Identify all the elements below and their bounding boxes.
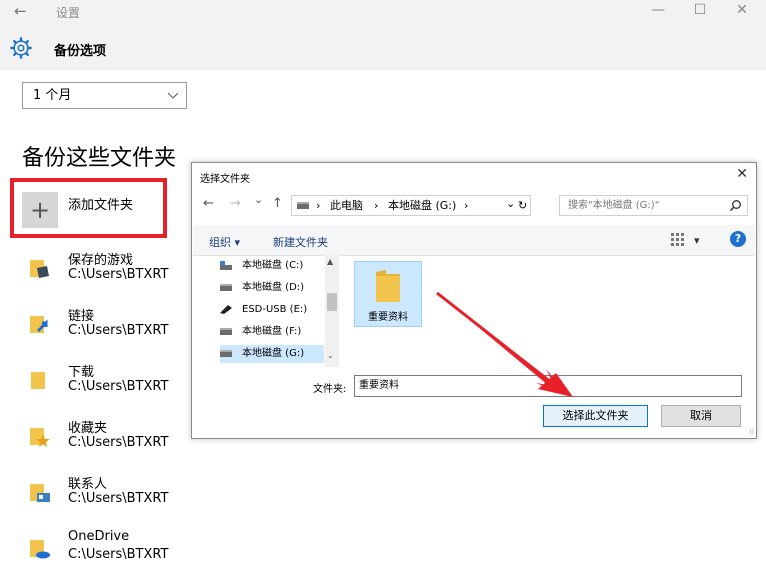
drive-icon <box>297 202 309 209</box>
folder-name-input[interactable]: 重要资料 <box>354 375 742 397</box>
breadcrumb-pc[interactable]: 此电脑 <box>330 196 363 215</box>
nav-item-label: ESD-USB (E:) <box>242 304 308 315</box>
dialog-toolbar: 组织 ▾ 新建文件夹 ▾ ? <box>193 225 755 256</box>
new-folder-button[interactable]: 新建文件夹 <box>273 234 328 250</box>
add-folder-label[interactable]: 添加文件夹 <box>68 194 133 213</box>
drive-icon <box>220 328 232 335</box>
address-separator: › <box>374 199 379 212</box>
folder-name-label: 文件夹: <box>313 384 347 395</box>
nav-pane-scrollbar[interactable]: ▲ ⌄ <box>325 255 339 367</box>
nav-item-usb-e[interactable]: ESD-USB (E:) <box>220 301 330 319</box>
section-title: 备份这些文件夹 <box>22 146 177 171</box>
chevron-down-icon <box>167 92 179 99</box>
window-title: 设置 <box>56 6 81 20</box>
nav-item-drive-c[interactable]: 本地磁盘 (C:) <box>220 257 330 275</box>
drive-icon <box>220 261 232 270</box>
organize-button[interactable]: 组织 ▾ <box>209 234 240 250</box>
backup-frequency-select[interactable]: 1 个月 <box>22 82 187 109</box>
dialog-title: 选择文件夹 <box>200 174 250 185</box>
plus-icon: + <box>29 196 51 224</box>
up-button[interactable]: ↑ <box>272 196 283 211</box>
folder-name: OneDrive <box>68 529 130 544</box>
address-bar[interactable]: › 此电脑 › 本地磁盘 (G:) › ⌄ ↻ <box>291 195 531 216</box>
scroll-thumb[interactable] <box>327 293 337 311</box>
select-folder-button[interactable]: 选择此文件夹 <box>543 405 648 427</box>
favorites-icon <box>30 428 50 447</box>
onedrive-icon <box>30 540 50 559</box>
address-separator: › <box>464 199 469 212</box>
dialog-close-button[interactable]: ✕ <box>736 166 748 182</box>
gear-icon <box>10 37 32 59</box>
nav-item-drive-d[interactable]: 本地磁盘 (D:) <box>220 279 330 297</box>
nav-item-label: 本地磁盘 (D:) <box>242 282 305 293</box>
folder-path: C:\Users\BTXRT <box>68 323 169 338</box>
folder-name: 联系人 <box>68 477 108 492</box>
help-icon[interactable]: ? <box>730 231 746 247</box>
breadcrumb-drive[interactable]: 本地磁盘 (G:) <box>388 196 456 215</box>
title-bar: ← 设置 — ☐ ✕ 备份选项 <box>0 0 766 70</box>
scroll-up-icon[interactable]: ▲ <box>327 257 333 266</box>
address-separator: › <box>316 199 321 212</box>
select-folder-dialog: 选择文件夹 ✕ ← → ⌄ ↑ › 此电脑 › 本地磁盘 (G:) › ⌄ ↻ … <box>191 162 757 439</box>
refresh-icon[interactable]: ↻ <box>518 196 527 215</box>
cancel-button[interactable]: 取消 <box>661 405 741 427</box>
folder-tile-label: 重要资料 <box>368 312 408 323</box>
frequency-value: 1 个月 <box>33 88 72 103</box>
search-input[interactable]: 搜索"本地磁盘 (G:)" <box>559 195 748 216</box>
contacts-icon <box>30 484 50 502</box>
list-item[interactable]: 联系人 C:\Users\BTXRT <box>28 473 228 513</box>
resize-grip-icon[interactable]: ⁞⁞ <box>750 428 754 436</box>
scroll-down-icon[interactable]: ⌄ <box>327 351 334 360</box>
back-icon[interactable]: ← <box>14 2 27 20</box>
add-folder-button[interactable]: + <box>22 192 58 228</box>
folder-path: C:\Users\BTXRT <box>68 547 169 562</box>
maximize-button[interactable]: ☐ <box>690 2 710 18</box>
nav-item-label: 本地磁盘 (F:) <box>242 326 302 337</box>
drive-icon <box>220 284 232 291</box>
nav-item-label: 本地磁盘 (C:) <box>242 260 304 271</box>
nav-forward-button[interactable]: → <box>230 196 241 211</box>
search-placeholder: 搜索"本地磁盘 (G:)" <box>568 200 660 211</box>
navigation-pane: 本地磁盘 (C:) 本地磁盘 (D:) ESD-USB (E:) 本地磁盘 (F… <box>193 255 339 365</box>
close-button[interactable]: ✕ <box>732 2 752 18</box>
folder-path: C:\Users\BTXRT <box>68 435 169 450</box>
recent-locations-button[interactable]: ⌄ <box>254 193 263 206</box>
nav-item-drive-f[interactable]: 本地磁盘 (F:) <box>220 323 330 341</box>
list-item[interactable]: OneDrive C:\Users\BTXRT <box>28 529 228 569</box>
links-icon <box>30 316 48 333</box>
view-dropdown-icon[interactable]: ▾ <box>694 234 700 247</box>
downloads-icon <box>31 372 45 389</box>
nav-item-label: 本地磁盘 (G:) <box>242 348 305 359</box>
folder-tile[interactable]: 重要资料 <box>354 261 422 327</box>
saved-games-icon <box>30 260 49 278</box>
view-options-icon[interactable] <box>671 233 685 246</box>
folder-path: C:\Users\BTXRT <box>68 379 169 394</box>
folder-icon <box>376 270 400 302</box>
folder-name: 下载 <box>68 365 95 380</box>
minimize-button[interactable]: — <box>648 2 668 18</box>
nav-item-drive-g[interactable]: 本地磁盘 (G:) <box>220 345 324 363</box>
search-icon <box>729 200 741 212</box>
folder-path: C:\Users\BTXRT <box>68 491 169 506</box>
folder-path: C:\Users\BTXRT <box>68 267 169 282</box>
page-title: 备份选项 <box>54 44 107 59</box>
usb-drive-icon <box>220 305 232 314</box>
drive-icon <box>220 350 232 357</box>
folder-name: 保存的游戏 <box>68 253 134 268</box>
address-dropdown-icon[interactable]: ⌄ <box>506 194 515 213</box>
folder-name: 链接 <box>68 309 95 324</box>
nav-back-button[interactable]: ← <box>203 196 214 211</box>
folder-name: 收藏夹 <box>68 421 108 436</box>
